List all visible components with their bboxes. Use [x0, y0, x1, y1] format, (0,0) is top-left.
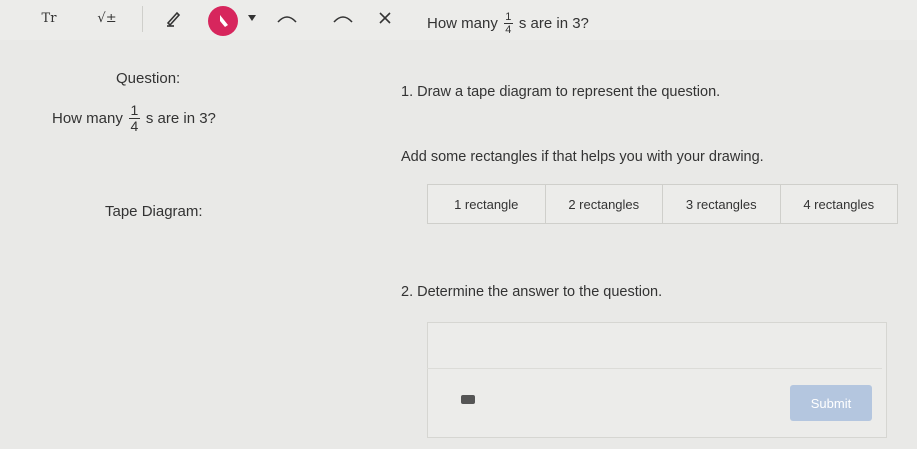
submit-button[interactable]: Submit — [790, 385, 872, 421]
toolbar: Tr √± How many 1 4 s are in 3? — [0, 0, 917, 40]
chevron-down-icon[interactable] — [244, 6, 260, 30]
undo-icon[interactable] — [272, 6, 302, 30]
answer-divider — [427, 368, 882, 369]
rectangle-options: 1 rectangle 2 rectangles 3 rectangles 4 … — [427, 184, 898, 224]
tape-diagram-label: Tape Diagram: — [105, 203, 203, 220]
rectangle-button-2[interactable]: 2 rectangles — [544, 184, 663, 224]
step-1-instruction: 1. Draw a tape diagram to represent the … — [401, 84, 721, 100]
fraction: 1 4 — [128, 102, 140, 134]
text-icon[interactable]: Tr — [38, 6, 60, 30]
sqrt-icon[interactable]: √± — [94, 6, 120, 30]
close-icon[interactable] — [374, 6, 396, 30]
pencil-icon[interactable] — [160, 6, 188, 30]
pen-color-icon[interactable] — [208, 6, 238, 36]
redo-icon[interactable] — [328, 6, 358, 30]
hint-text: Add some rectangles if that helps you wi… — [401, 149, 764, 165]
fraction: 1 4 — [503, 11, 513, 36]
rectangle-button-4[interactable]: 4 rectangles — [779, 184, 898, 224]
question-title: How many 1 4 s are in 3? — [427, 11, 589, 36]
question-text: How many 1 4 s are in 3? — [52, 102, 216, 134]
rectangle-button-1[interactable]: 1 rectangle — [427, 184, 546, 224]
rectangle-button-3[interactable]: 3 rectangles — [662, 184, 781, 224]
step-2-instruction: 2. Determine the answer to the question. — [401, 284, 663, 300]
keyboard-icon[interactable] — [461, 395, 475, 404]
question-label: Question: — [116, 70, 181, 87]
